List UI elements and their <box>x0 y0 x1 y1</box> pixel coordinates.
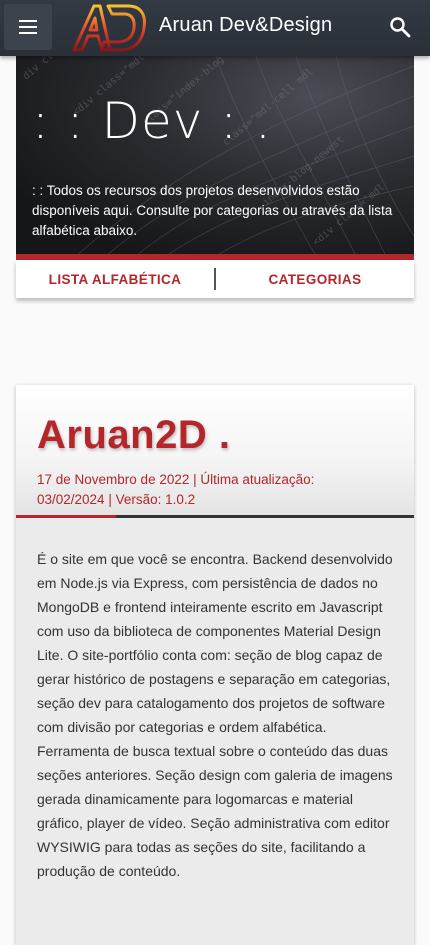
project-card: Aruan2D . 17 de Novembro de 2022 | Últim… <box>16 385 414 945</box>
app-title[interactable]: Aruan Dev&Design <box>159 14 332 37</box>
search-icon[interactable] <box>388 15 412 39</box>
project-description: É o site em que você se encontra. Backen… <box>37 551 393 879</box>
menu-button[interactable] <box>4 4 52 50</box>
page-title: : : Dev : . <box>32 92 272 150</box>
categories-button[interactable]: CATEGORIAS <box>216 272 414 287</box>
app-bar: Aruan Dev&Design <box>0 0 430 56</box>
project-title[interactable]: Aruan2D . <box>37 413 230 458</box>
logo[interactable] <box>70 2 148 54</box>
dev-hero-card: div cla <div class="mdl-cell class="inde… <box>16 56 414 256</box>
menu-icon-bar <box>19 26 37 28</box>
hero-description: : : Todos os recursos dos projetos desen… <box>32 183 393 238</box>
menu-icon-bar <box>19 32 37 34</box>
header-divider-accent <box>16 515 116 518</box>
hero-actions: LISTA ALFABÉTICA CATEGORIAS <box>16 260 414 298</box>
alphabetical-list-button[interactable]: LISTA ALFABÉTICA <box>16 272 214 287</box>
project-meta: 17 de Novembro de 2022 | Última atualiza… <box>37 472 315 507</box>
menu-icon <box>19 20 37 22</box>
